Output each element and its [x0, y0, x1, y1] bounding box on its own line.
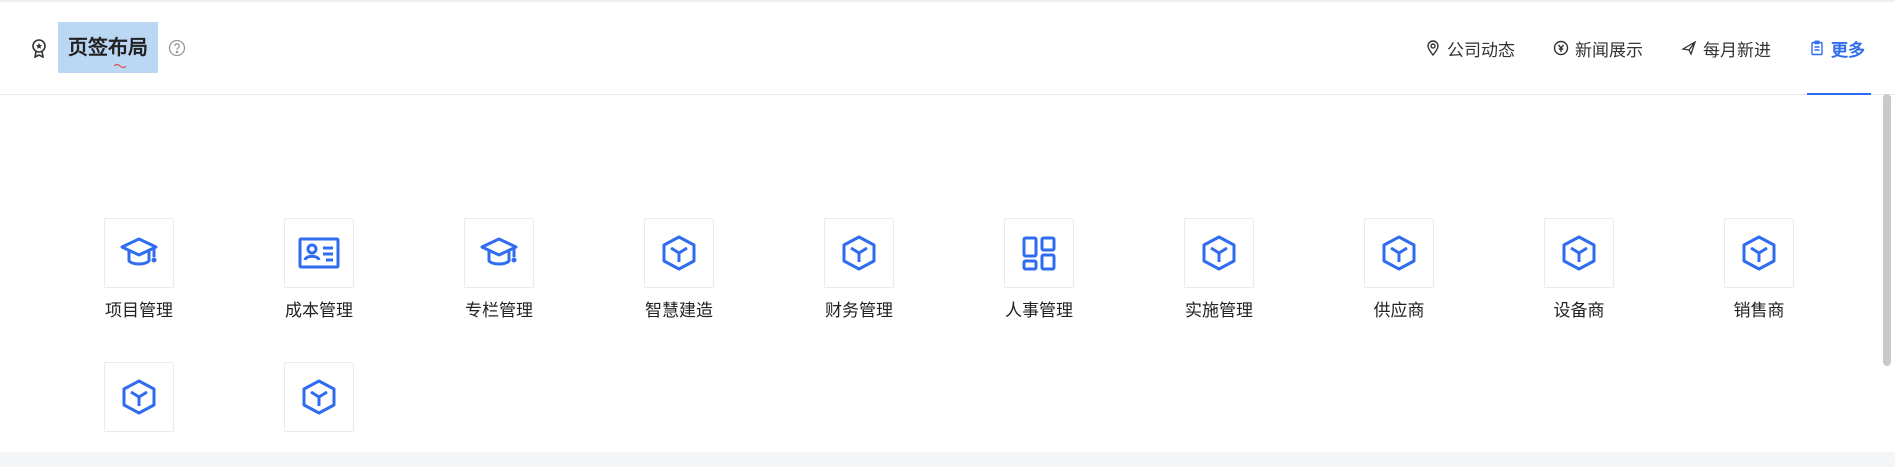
cube-icon [1202, 235, 1236, 271]
app-label: 项目管理 [105, 301, 173, 321]
currency-circle-icon [1553, 40, 1569, 56]
app-icon-box [1364, 218, 1434, 288]
app-label: 财务管理 [825, 301, 893, 321]
tab-monthly-new-label: 每月新进 [1703, 40, 1771, 61]
app-item-column[interactable]: 专栏管理 [464, 218, 534, 322]
app-icon-box [1724, 218, 1794, 288]
app-item-sales[interactable]: 销售商 [1724, 218, 1794, 322]
app-icon-box [1004, 218, 1074, 288]
app-icon-box [464, 218, 534, 288]
app-label: 销售商 [1733, 301, 1785, 321]
location-pin-icon [1425, 40, 1441, 56]
cube-icon [122, 379, 156, 415]
app-item-finance[interactable]: 财务管理 [824, 218, 894, 322]
card-header: 页签布局 公司动态 新闻展示 每月新进 更多 [0, 2, 1895, 95]
tab-more-label: 更多 [1831, 40, 1865, 61]
cube-icon [1742, 235, 1776, 271]
app-item-smart-build[interactable]: 智慧建造 [644, 218, 714, 322]
help-question-icon[interactable] [168, 39, 186, 57]
app-item-equipment[interactable]: 设备商 [1544, 218, 1614, 322]
tab-news-display[interactable]: 新闻展示 [1553, 2, 1643, 94]
tab-layout-card: 页签布局 公司动态 新闻展示 每月新进 更多 项目管理 成本管理 专栏管理 智慧… [0, 0, 1895, 452]
app-item-unlabeled[interactable] [284, 362, 354, 444]
cursor-squiggle-icon [114, 63, 126, 69]
airplane-icon [1681, 40, 1697, 56]
app-grid: 项目管理 成本管理 专栏管理 智慧建造 财务管理 人事管理 实施管理 供应商 设… [104, 218, 1794, 444]
vertical-scrollbar[interactable] [1883, 94, 1891, 366]
app-item-project[interactable]: 项目管理 [104, 218, 174, 322]
app-icon-box [104, 218, 174, 288]
app-icon-box [284, 218, 354, 288]
graduation-cap-icon [480, 237, 518, 266]
app-label: 设备商 [1553, 301, 1605, 321]
cube-icon [302, 379, 336, 415]
app-label: 人事管理 [1005, 301, 1073, 321]
cube-icon [662, 235, 696, 271]
app-icon-box [824, 218, 894, 288]
award-badge-icon [28, 37, 50, 59]
page-title-text: 页签布局 [68, 35, 148, 59]
app-icon-box [284, 362, 354, 432]
cube-icon [1382, 235, 1416, 271]
tab-news-display-label: 新闻展示 [1575, 40, 1643, 61]
card-title-group: 页签布局 [28, 22, 186, 73]
app-label: 专栏管理 [465, 301, 533, 321]
app-icon-box [104, 362, 174, 432]
tab-company-news[interactable]: 公司动态 [1425, 2, 1515, 94]
app-label: 供应商 [1373, 301, 1425, 321]
app-icon-box [1544, 218, 1614, 288]
app-item-implementation[interactable]: 实施管理 [1184, 218, 1254, 322]
app-item-supplier[interactable]: 供应商 [1364, 218, 1434, 322]
graduation-cap-icon [120, 237, 158, 266]
tab-monthly-new[interactable]: 每月新进 [1681, 2, 1771, 94]
tab-company-news-label: 公司动态 [1447, 40, 1515, 61]
cube-icon [842, 235, 876, 271]
header-tabs: 公司动态 新闻展示 每月新进 更多 [1387, 2, 1871, 95]
tab-more[interactable]: 更多 [1807, 2, 1871, 95]
app-label: 实施管理 [1185, 301, 1253, 321]
cube-icon [1562, 235, 1596, 271]
app-item-unlabeled[interactable] [104, 362, 174, 444]
dashboard-grid-icon [1022, 236, 1056, 271]
app-label: 智慧建造 [645, 301, 713, 321]
app-icon-box [644, 218, 714, 288]
id-card-icon [298, 237, 340, 269]
app-icon-box [1184, 218, 1254, 288]
app-label: 成本管理 [285, 301, 353, 321]
app-item-cost[interactable]: 成本管理 [284, 218, 354, 322]
app-item-hr[interactable]: 人事管理 [1004, 218, 1074, 322]
clipboard-icon [1809, 40, 1825, 56]
page-title: 页签布局 [58, 22, 158, 73]
